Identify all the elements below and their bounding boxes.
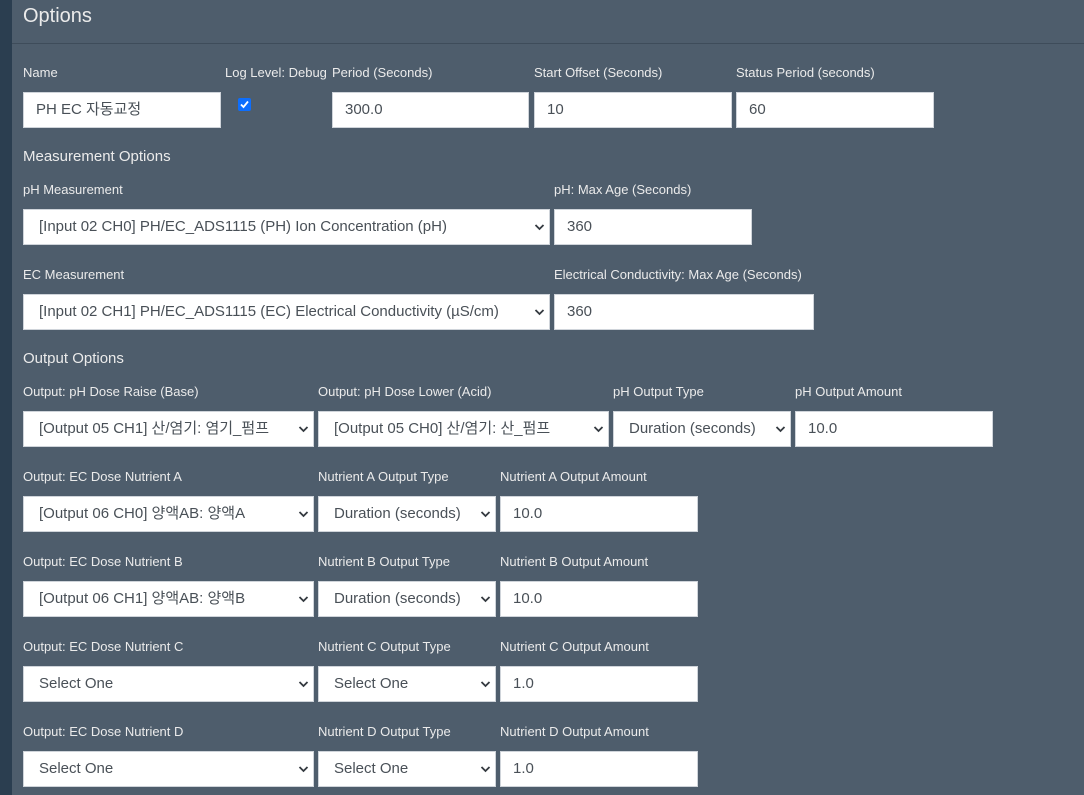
chevron-down-icon	[478, 497, 492, 531]
nutrient-d-amount-label: Nutrient D Output Amount	[500, 724, 649, 739]
nutrient-d-type-label: Nutrient D Output Type	[318, 724, 451, 739]
ec-measurement-value: [Input 02 CH1] PH/EC_ADS1115 (EC) Electr…	[39, 303, 499, 320]
title-divider	[12, 43, 1084, 44]
nutrient-d-type-select[interactable]: Select One	[318, 751, 496, 787]
nutrient-b-type-label: Nutrient B Output Type	[318, 554, 450, 569]
ph-lower-value: [Output 05 CH0] 산/염기: 산_펌프	[334, 420, 551, 437]
nutrient-b-type-select[interactable]: Duration (seconds)	[318, 581, 496, 617]
ph-raise-value: [Output 05 CH1] 산/염기: 염기_펌프	[39, 420, 270, 437]
nutrient-a-type-value: Duration (seconds)	[334, 505, 461, 522]
chevron-down-icon	[296, 497, 310, 531]
ph-measurement-label: pH Measurement	[23, 182, 123, 197]
chevron-down-icon	[296, 752, 310, 786]
nutrient-c-dose-select[interactable]: Select One	[23, 666, 314, 702]
nutrient-d-dose-label: Output: EC Dose Nutrient D	[23, 724, 184, 739]
page-title: Options	[23, 5, 92, 27]
nutrient-b-dose-label: Output: EC Dose Nutrient B	[23, 554, 183, 569]
start-offset-label: Start Offset (Seconds)	[534, 65, 663, 80]
nutrient-a-type-select[interactable]: Duration (seconds)	[318, 496, 496, 532]
nutrient-c-type-value: Select One	[334, 675, 409, 692]
ec-max-age-input[interactable]: 360	[554, 294, 814, 330]
log-level-label: Log Level: Debug	[225, 65, 327, 80]
measurement-options-heading: Measurement Options	[23, 148, 171, 165]
ph-measurement-select[interactable]: [Input 02 CH0] PH/EC_ADS1115 (PH) Ion Co…	[23, 209, 550, 245]
log-level-checkbox[interactable]	[238, 98, 251, 111]
ph-raise-select[interactable]: [Output 05 CH1] 산/염기: 염기_펌프	[23, 411, 314, 447]
chevron-down-icon	[532, 210, 546, 244]
chevron-down-icon	[591, 412, 605, 446]
nutrient-a-type-label: Nutrient A Output Type	[318, 469, 449, 484]
ph-output-type-select[interactable]: Duration (seconds)	[613, 411, 791, 447]
nutrient-c-dose-value: Select One	[39, 675, 114, 692]
ph-lower-select[interactable]: [Output 05 CH0] 산/염기: 산_펌프	[318, 411, 609, 447]
name-input[interactable]: PH EC 자동교정	[23, 92, 221, 128]
ph-lower-label: Output: pH Dose Lower (Acid)	[318, 384, 492, 399]
nutrient-a-amount-label: Nutrient A Output Amount	[500, 469, 647, 484]
chevron-down-icon	[296, 412, 310, 446]
nutrient-b-amount-label: Nutrient B Output Amount	[500, 554, 649, 569]
chevron-down-icon	[478, 752, 492, 786]
nutrient-a-dose-select[interactable]: [Output 06 CH0] 양액AB: 양액A	[23, 496, 314, 532]
ec-max-age-label: Electrical Conductivity: Max Age (Second…	[554, 267, 802, 282]
nutrient-b-dose-value: [Output 06 CH1] 양액AB: 양액B	[39, 590, 246, 607]
nutrient-b-type-value: Duration (seconds)	[334, 590, 461, 607]
ph-max-age-input[interactable]: 360	[554, 209, 752, 245]
nutrient-d-type-value: Select One	[334, 760, 409, 777]
ph-output-type-label: pH Output Type	[613, 384, 704, 399]
output-options-heading: Output Options	[23, 350, 124, 367]
nutrient-b-amount-input[interactable]: 10.0	[500, 581, 698, 617]
ec-measurement-label: EC Measurement	[23, 267, 125, 282]
period-label: Period (Seconds)	[332, 65, 433, 80]
chevron-down-icon	[773, 412, 787, 446]
nutrient-d-amount-input[interactable]: 1.0	[500, 751, 698, 787]
chevron-down-icon	[296, 582, 310, 616]
nutrient-b-dose-select[interactable]: [Output 06 CH1] 양액AB: 양액B	[23, 581, 314, 617]
nutrient-a-amount-input[interactable]: 10.0	[500, 496, 698, 532]
ph-measurement-value: [Input 02 CH0] PH/EC_ADS1115 (PH) Ion Co…	[39, 218, 447, 235]
nutrient-c-amount-input[interactable]: 1.0	[500, 666, 698, 702]
ph-output-type-value: Duration (seconds)	[629, 420, 756, 437]
name-label: Name	[23, 65, 58, 80]
nutrient-a-dose-value: [Output 06 CH0] 양액AB: 양액A	[39, 505, 246, 522]
ph-raise-label: Output: pH Dose Raise (Base)	[23, 384, 199, 399]
ph-output-amount-label: pH Output Amount	[795, 384, 902, 399]
ph-max-age-label: pH: Max Age (Seconds)	[554, 182, 692, 197]
left-sidebar-strip	[0, 0, 12, 795]
status-period-input[interactable]: 60	[736, 92, 934, 128]
checkmark-icon	[240, 100, 249, 109]
nutrient-c-dose-label: Output: EC Dose Nutrient C	[23, 639, 184, 654]
nutrient-d-dose-value: Select One	[39, 760, 114, 777]
chevron-down-icon	[296, 667, 310, 701]
ec-measurement-select[interactable]: [Input 02 CH1] PH/EC_ADS1115 (EC) Electr…	[23, 294, 550, 330]
nutrient-c-type-label: Nutrient C Output Type	[318, 639, 451, 654]
ph-output-amount-input[interactable]: 10.0	[795, 411, 993, 447]
nutrient-c-amount-label: Nutrient C Output Amount	[500, 639, 649, 654]
period-input[interactable]: 300.0	[332, 92, 529, 128]
chevron-down-icon	[478, 667, 492, 701]
chevron-down-icon	[532, 295, 546, 329]
chevron-down-icon	[478, 582, 492, 616]
nutrient-c-type-select[interactable]: Select One	[318, 666, 496, 702]
start-offset-input[interactable]: 10	[534, 92, 732, 128]
nutrient-a-dose-label: Output: EC Dose Nutrient A	[23, 469, 182, 484]
status-period-label: Status Period (seconds)	[736, 65, 875, 80]
nutrient-d-dose-select[interactable]: Select One	[23, 751, 314, 787]
